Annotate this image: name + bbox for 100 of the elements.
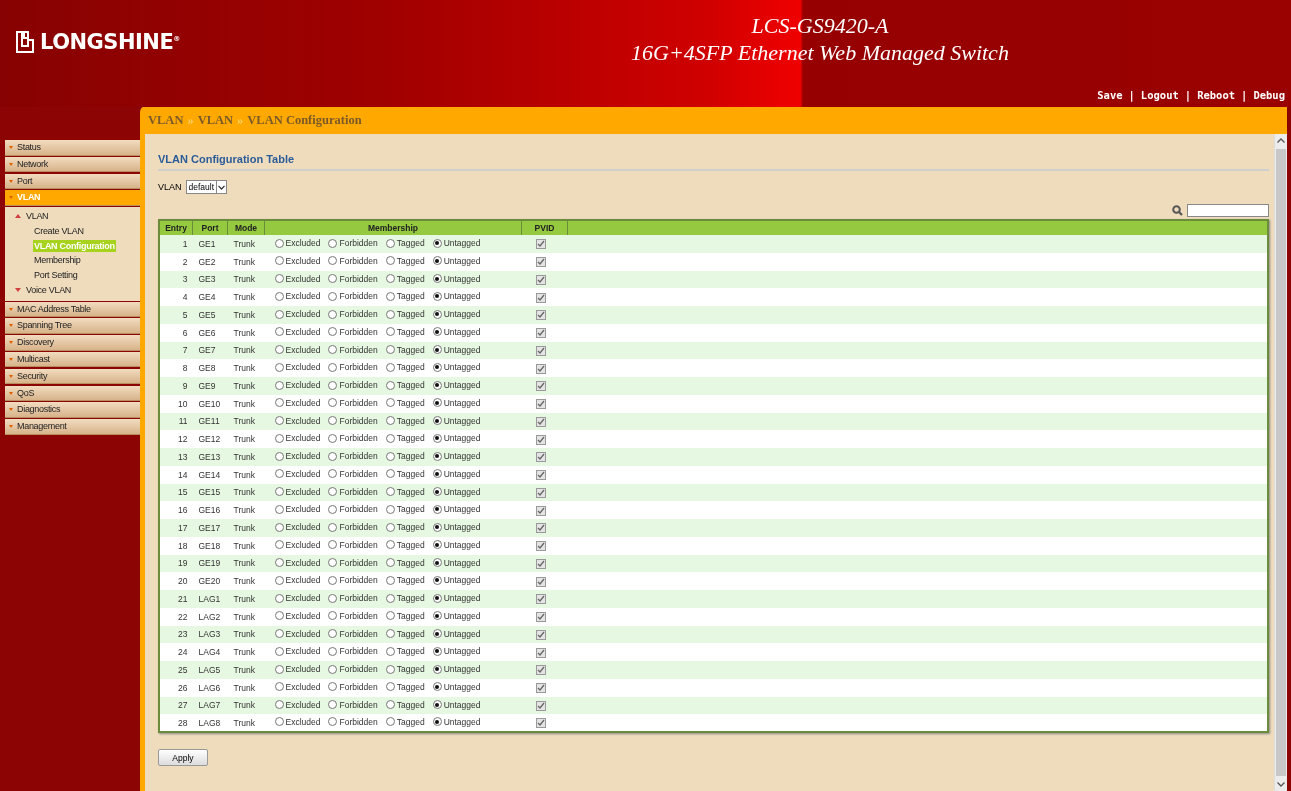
nav-subitem[interactable]: VLAN <box>5 209 140 225</box>
radio-button[interactable] <box>274 416 284 426</box>
nav-item[interactable]: MAC Address Table <box>5 301 140 318</box>
radio-option[interactable]: Tagged <box>385 628 425 639</box>
radio-option[interactable]: Excluded <box>274 610 321 621</box>
radio-button[interactable] <box>385 380 395 390</box>
radio-button[interactable] <box>432 327 442 337</box>
checkbox[interactable] <box>535 576 546 587</box>
nav-item[interactable]: QoS <box>5 385 140 402</box>
radio-option[interactable]: Tagged <box>385 539 425 550</box>
radio-button[interactable] <box>432 345 442 355</box>
radio-option[interactable]: Excluded <box>274 557 321 568</box>
radio-option[interactable]: Untagged <box>432 291 481 302</box>
radio-button[interactable] <box>274 575 284 585</box>
radio-option[interactable]: Forbidden <box>328 557 378 568</box>
radio-option[interactable]: Tagged <box>385 451 425 462</box>
radio-option[interactable]: Untagged <box>432 362 481 373</box>
radio-button[interactable] <box>274 380 284 390</box>
radio-option[interactable]: Untagged <box>432 681 481 692</box>
radio-button[interactable] <box>328 646 338 656</box>
nav-leaf[interactable]: Membership <box>33 254 82 267</box>
radio-button[interactable] <box>432 469 442 479</box>
nav-item[interactable]: Status <box>5 140 140 156</box>
radio-button[interactable] <box>385 327 395 337</box>
radio-button[interactable] <box>385 433 395 443</box>
scroll-down-icon[interactable] <box>1277 782 1285 787</box>
radio-option[interactable]: Forbidden <box>328 646 378 657</box>
radio-button[interactable] <box>385 522 395 532</box>
radio-option[interactable]: Forbidden <box>328 433 378 444</box>
radio-button[interactable] <box>274 522 284 532</box>
radio-option[interactable]: Untagged <box>432 255 481 266</box>
radio-option[interactable]: Untagged <box>432 238 481 249</box>
radio-button[interactable] <box>328 345 338 355</box>
checkbox[interactable] <box>535 239 546 250</box>
nav-subitem[interactable]: Voice VLAN <box>5 282 140 298</box>
radio-option[interactable]: Tagged <box>385 664 425 675</box>
radio-button[interactable] <box>274 540 284 550</box>
vlan-dropdown[interactable]: default <box>185 180 228 194</box>
radio-option[interactable]: Tagged <box>385 273 425 284</box>
radio-button[interactable] <box>328 327 338 337</box>
radio-option[interactable]: Tagged <box>385 309 425 320</box>
radio-option[interactable]: Forbidden <box>328 415 378 426</box>
radio-option[interactable]: Tagged <box>385 575 425 586</box>
radio-option[interactable]: Tagged <box>385 504 425 515</box>
radio-option[interactable]: Forbidden <box>328 238 378 249</box>
radio-option[interactable]: Excluded <box>274 238 321 249</box>
checkbox[interactable] <box>535 257 546 267</box>
radio-option[interactable]: Tagged <box>385 238 425 249</box>
radio-option[interactable]: Excluded <box>274 397 321 408</box>
radio-button[interactable] <box>274 593 284 603</box>
radio-button[interactable] <box>274 451 284 461</box>
checkbox[interactable] <box>535 381 546 392</box>
radio-option[interactable]: Untagged <box>432 415 481 426</box>
radio-button[interactable] <box>328 469 338 479</box>
radio-button[interactable] <box>385 682 395 692</box>
radio-button[interactable] <box>328 416 338 426</box>
checkbox[interactable] <box>535 487 546 498</box>
radio-option[interactable]: Untagged <box>432 593 481 604</box>
radio-option[interactable]: Untagged <box>432 539 481 550</box>
radio-button[interactable] <box>328 593 338 603</box>
radio-option[interactable]: Excluded <box>274 699 321 710</box>
radio-option[interactable]: Untagged <box>432 380 481 391</box>
radio-button[interactable] <box>385 664 395 674</box>
radio-option[interactable]: Tagged <box>385 681 425 692</box>
radio-button[interactable] <box>385 469 395 479</box>
radio-button[interactable] <box>328 504 338 514</box>
radio-option[interactable]: Forbidden <box>328 451 378 462</box>
checkbox[interactable] <box>535 541 546 551</box>
apply-button[interactable]: Apply <box>158 749 208 766</box>
radio-option[interactable]: Excluded <box>274 716 321 727</box>
nav-item[interactable]: Spanning Tree <box>5 318 140 334</box>
checkbox[interactable] <box>535 594 546 605</box>
radio-button[interactable] <box>328 717 338 727</box>
checkbox[interactable] <box>535 363 546 374</box>
radio-button[interactable] <box>385 362 395 372</box>
radio-button[interactable] <box>432 487 442 497</box>
radio-button[interactable] <box>274 238 284 248</box>
radio-option[interactable]: Forbidden <box>328 273 378 284</box>
radio-option[interactable]: Untagged <box>432 646 481 657</box>
radio-button[interactable] <box>385 558 395 568</box>
checkbox[interactable] <box>535 523 546 534</box>
radio-button[interactable] <box>274 629 284 639</box>
radio-button[interactable] <box>385 575 395 585</box>
nav-item[interactable]: Diagnostics <box>5 402 140 418</box>
radio-button[interactable] <box>385 256 395 266</box>
radio-option[interactable]: Forbidden <box>328 380 378 391</box>
radio-option[interactable]: Excluded <box>274 504 321 515</box>
radio-button[interactable] <box>385 700 395 710</box>
radio-option[interactable]: Excluded <box>274 486 321 497</box>
scroll-up-icon[interactable] <box>1277 138 1285 143</box>
radio-button[interactable] <box>328 522 338 532</box>
radio-button[interactable] <box>385 717 395 727</box>
radio-button[interactable] <box>385 274 395 284</box>
radio-button[interactable] <box>328 238 338 248</box>
radio-option[interactable]: Untagged <box>432 664 481 675</box>
checkbox[interactable] <box>535 665 546 676</box>
radio-option[interactable]: Forbidden <box>328 291 378 302</box>
header-link[interactable]: Logout <box>1140 89 1179 101</box>
radio-option[interactable]: Excluded <box>274 593 321 604</box>
radio-option[interactable]: Untagged <box>432 344 481 355</box>
